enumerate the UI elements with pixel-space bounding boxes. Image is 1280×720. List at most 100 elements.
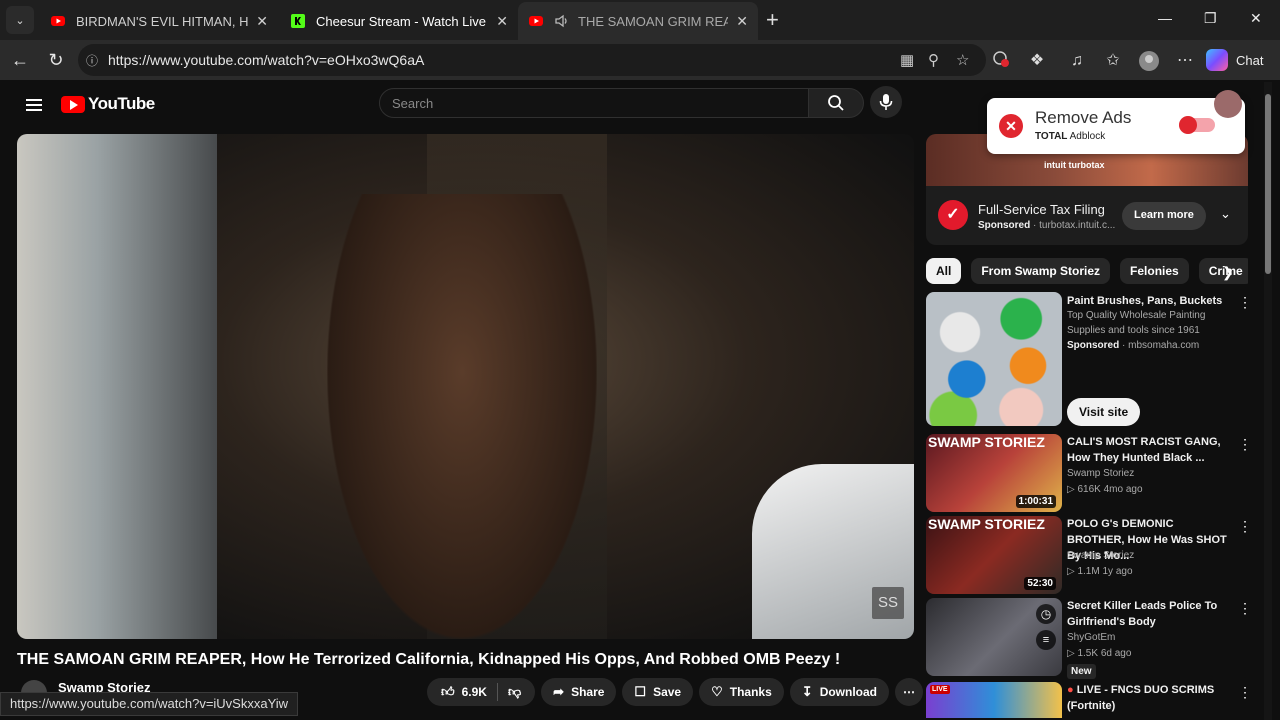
views-icon: ▷ [1067,484,1078,495]
share-label: Share [571,685,605,699]
download-button[interactable]: ↧ Download [789,678,890,706]
media-control-icon[interactable]: ♫ [1066,50,1088,72]
chip-from-channel[interactable]: From Swamp Storiez [971,258,1111,284]
tab-close-icon[interactable]: ✕ [496,13,508,30]
more-vertical-icon[interactable]: ⋮ [1238,294,1252,311]
voice-search-button[interactable] [870,86,902,118]
live-badge: LIVE [930,685,950,694]
thanks-label: Thanks [729,685,772,699]
new-tab-button[interactable]: + [766,8,779,32]
tab-title: THE SAMOAN GRIM REAPER, [578,13,729,29]
restore-button[interactable]: ❐ [1204,10,1217,27]
more-menu-icon[interactable]: ⋯ [1174,50,1196,72]
more-vertical-icon[interactable]: ⋮ [1238,684,1252,701]
watch-later-icon[interactable]: ◷ [1036,604,1056,624]
more-vertical-icon[interactable]: ⋮ [1238,518,1252,535]
app-available-icon[interactable]: ▦ [900,51,914,69]
reco-title: ● LIVE - FNCS DUO SCRIMS (Fortnite) [1067,682,1233,714]
reco-thumbnail[interactable]: ◷ ≡ [926,598,1062,676]
close-window-button[interactable]: ✕ [1250,10,1262,27]
reco-meta: ▷ 616K 4mo ago [1067,484,1143,495]
reco-views-age: 1.5K 6d ago [1077,648,1132,659]
back-button[interactable]: ← [10,50,30,70]
favorites-icon[interactable]: ✩ [1102,50,1124,72]
sponsored-reco[interactable]: Paint Brushes, Pans, Buckets Top Quality… [926,292,1266,432]
search-input[interactable]: Search [379,88,809,118]
popup-brand: TOTAL Adblock [1035,131,1105,142]
reco-item[interactable]: LIVE ● LIVE - FNCS DUO SCRIMS (Fortnite)… [926,682,1266,718]
favorite-star-icon[interactable]: ☆ [956,51,969,69]
more-vertical-icon[interactable]: ⋮ [1238,600,1252,617]
thanks-button[interactable]: ♡ Thanks [699,678,784,706]
guide-menu-icon[interactable] [26,96,42,114]
video-player[interactable]: SS [17,134,914,639]
new-badge: New [1067,664,1096,679]
extensions-icon[interactable]: ❖ [1026,50,1048,72]
thumbs-down-icon[interactable]: 👎︎ [508,684,521,700]
tab-cheesur[interactable]: Cheesur Stream - Watch Live on Ki ✕ [280,2,518,40]
reco-item[interactable]: SWAMP STORIEZ 1:00:31 CALI'S MOST RACIST… [926,434,1266,512]
reco-thumbnail[interactable]: SWAMP STORIEZ 52:30 [926,516,1062,594]
video-frame-gas-pump [17,134,217,639]
youtube-logo[interactable]: YouTube [61,94,155,114]
search-button[interactable] [808,88,864,118]
youtube-page: YouTube Search SS THE SAMOAN GRIM REAPER… [4,82,1276,720]
site-info-icon[interactable]: ⓘ [86,52,106,69]
duration-badge: 52:30 [1024,577,1056,590]
share-button[interactable]: ➦ Share [541,678,617,706]
reco-item[interactable]: ◷ ≡ Secret Killer Leads Police To Girlfr… [926,598,1266,679]
tab-actions-menu[interactable]: ⌄ [6,6,34,34]
learn-more-button[interactable]: Learn more [1122,202,1206,230]
chip-all[interactable]: All [926,258,962,284]
ad-banner-text: intuit turbotax [1044,160,1105,170]
copilot-chat-button[interactable]: Chat [1206,46,1274,74]
more-vertical-icon[interactable]: ⋮ [1238,436,1252,453]
reload-button[interactable]: ↻ [46,50,66,70]
tab-birdman[interactable]: BIRDMAN'S EVIL HITMAN, How H ✕ [40,2,278,40]
tab-close-icon[interactable]: ✕ [736,13,748,30]
reco-live-title: LIVE - FNCS DUO SCRIMS (Fortnite) [1067,684,1215,712]
tab-close-icon[interactable]: ✕ [256,13,268,30]
reco-thumbnail[interactable]: LIVE [926,682,1062,718]
download-label: Download [819,685,878,699]
like-button[interactable]: 👍︎ 6.9K [441,684,487,700]
super-thanks-icon: ♡ [711,684,723,699]
reco-desc-line2: Supplies and tools since 1961 [1067,325,1200,336]
account-avatar[interactable] [1214,90,1242,118]
chevron-right-icon[interactable]: ❯ [1222,264,1234,281]
adblock-extension-icon[interactable] [990,50,1012,72]
more-actions-button[interactable]: ⋯ [895,678,924,706]
share-icon: ➦ [553,684,565,699]
reco-thumbnail[interactable] [926,292,1062,426]
chat-label: Chat [1236,52,1264,68]
ad-title[interactable]: Full-Service Tax Filing [978,202,1105,217]
chip-felonies[interactable]: Felonies [1120,258,1189,284]
reco-item[interactable]: SWAMP STORIEZ 52:30 POLO G's DEMONIC BRO… [926,516,1266,594]
bookmark-icon: ☐ [634,684,647,699]
save-label: Save [653,685,682,699]
minimize-button[interactable]: — [1158,10,1172,26]
reco-title: CALI'S MOST RACIST GANG, How They Hunted… [1067,436,1221,464]
thumbs-up-icon: 👍︎ [441,684,455,699]
visit-site-button[interactable]: Visit site [1067,398,1141,426]
page-scrollbar[interactable] [1264,82,1272,720]
thumb-text: SWAMP STORIEZ [928,434,1045,450]
adblock-popup: ✕ Remove Ads TOTAL Adblock ✕ [987,98,1245,154]
reco-thumbnail[interactable]: SWAMP STORIEZ 1:00:31 [926,434,1062,512]
add-to-queue-icon[interactable]: ≡ [1036,630,1056,650]
profile-avatar[interactable] [1138,50,1160,72]
chevron-down-icon[interactable]: ⌄ [1220,206,1231,222]
duration-badge: 1:00:31 [1015,495,1056,508]
channel-watermark[interactable]: SS [872,587,904,619]
scrollbar-thumb[interactable] [1265,94,1271,274]
zoom-icon[interactable]: ⚲ [928,51,939,69]
address-bar[interactable]: ⓘ https://www.youtube.com/watch?v=eOHxo3… [78,44,986,76]
reco-title: Secret Killer Leads Police To Girlfriend… [1067,600,1218,628]
reco-channel[interactable]: Swamp Storiez [1067,468,1134,479]
remove-ads-toggle[interactable] [1179,116,1215,134]
save-button[interactable]: ☐ Save [622,678,694,706]
tab-samoan-grim-reaper[interactable]: THE SAMOAN GRIM REAPER, ✕ [518,2,758,40]
reco-channel[interactable]: Swamp Storiez [1067,550,1134,561]
speaker-icon[interactable] [554,13,570,29]
reco-channel[interactable]: ShyGotEm [1067,632,1115,643]
